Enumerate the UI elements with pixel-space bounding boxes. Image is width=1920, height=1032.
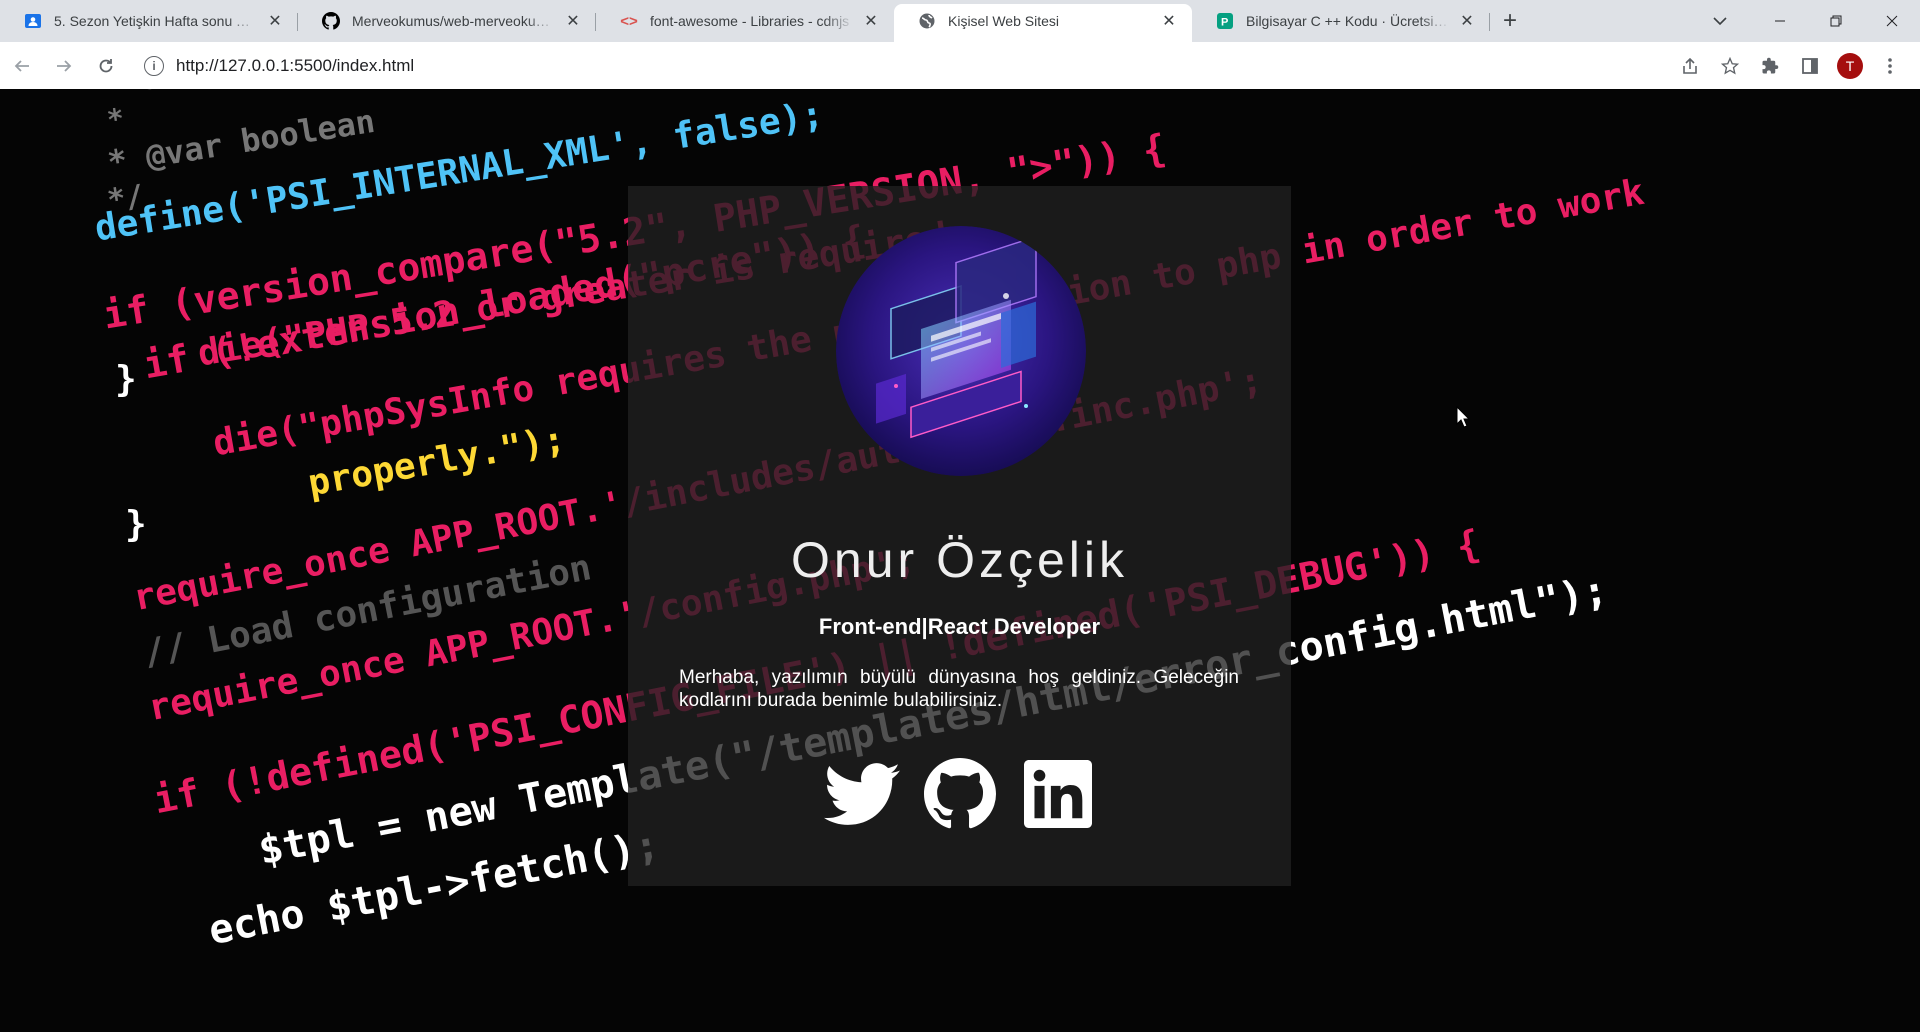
profile-photo [836, 226, 1086, 476]
code-line: * exit [105, 89, 210, 102]
linkedin-icon [1023, 760, 1092, 828]
code-brackets-icon: <> [620, 12, 638, 30]
profile-name: Onur Özçelik [791, 532, 1128, 588]
reload-icon[interactable] [86, 46, 126, 86]
github-link[interactable] [922, 756, 998, 832]
tab-stock-photo[interactable]: P Bilgisayar C ++ Kodu · Ücretsiz Stok ✕ [1192, 4, 1490, 38]
tab-title: Bilgisayar C ++ Kodu · Ücretsiz Stok [1246, 13, 1450, 29]
github-icon [923, 758, 996, 829]
close-tab-icon[interactable]: ✕ [862, 12, 880, 30]
social-links [628, 756, 1291, 832]
profile-bio: Merhaba, yazılımın büyülü dünyasına hoş … [679, 667, 1239, 711]
github-icon [322, 12, 340, 30]
stock-photo-icon: P [1216, 12, 1234, 30]
restore-icon[interactable] [1808, 0, 1864, 42]
browser-tab-strip: 5. Sezon Yetişkin Hafta sonu Yazılım ✕ M… [0, 0, 1920, 42]
classroom-icon [24, 12, 42, 30]
forward-arrow-icon[interactable] [44, 46, 84, 86]
profile-card: Onur Özçelik Front-end|React Developer M… [628, 186, 1291, 886]
minimize-icon[interactable] [1752, 0, 1808, 42]
tab-title: font-awesome - Libraries - cdnjs [650, 13, 850, 29]
tab-classroom[interactable]: 5. Sezon Yetişkin Hafta sonu Yazılım ✕ [0, 4, 298, 38]
tab-github[interactable]: Merveokumus/web-merveokumus ✕ [298, 4, 596, 38]
page-viewport: * exit** @var boolean*/define('PSI_INTER… [0, 89, 1920, 1032]
svg-text:P: P [1221, 17, 1228, 29]
tab-title: Kişisel Web Sitesi [948, 13, 1060, 29]
close-tab-icon[interactable]: ✕ [266, 12, 284, 30]
site-info-icon[interactable]: i [144, 55, 164, 76]
browser-toolbar: i http://127.0.0.1:5500/index.html T [0, 42, 1920, 90]
code-line: } [115, 359, 137, 400]
close-tab-icon[interactable]: ✕ [564, 12, 582, 30]
tab-search-chevron-icon[interactable] [1700, 0, 1740, 42]
tab-active-kisisel-web-sitesi[interactable]: Kişisel Web Sitesi ✕ [894, 4, 1192, 42]
linkedin-link[interactable] [1020, 756, 1096, 832]
profile-initial: T [1837, 52, 1863, 79]
back-arrow-icon[interactable] [2, 46, 42, 86]
close-tab-icon[interactable]: ✕ [1160, 12, 1178, 30]
new-tab-button[interactable]: + [1490, 4, 1530, 38]
tab-title: Merveokumus/web-merveokumus [352, 13, 556, 29]
side-panel-icon[interactable] [1790, 46, 1830, 86]
twitter-link[interactable] [823, 756, 900, 832]
close-tab-icon[interactable]: ✕ [1458, 12, 1476, 30]
address-bar[interactable]: i http://127.0.0.1:5500/index.html [144, 48, 1644, 84]
code-line: } [125, 504, 147, 545]
address-bar-url[interactable]: http://127.0.0.1:5500/index.html [176, 56, 414, 76]
more-menu-icon[interactable] [1870, 46, 1910, 86]
profile-avatar[interactable]: T [1830, 46, 1870, 86]
profile-role: Front-end|React Developer [818, 614, 1101, 639]
mouse-cursor-icon [1456, 406, 1470, 428]
toolbar-actions: T [1670, 42, 1910, 89]
close-window-icon[interactable] [1864, 0, 1920, 42]
extensions-puzzle-icon[interactable] [1750, 46, 1790, 86]
window-controls [1752, 0, 1920, 42]
bookmark-star-icon[interactable] [1710, 46, 1750, 86]
globe-icon [918, 12, 936, 30]
tab-title: 5. Sezon Yetişkin Hafta sonu Yazılım [54, 13, 258, 29]
tab-cdnjs[interactable]: <> font-awesome - Libraries - cdnjs ✕ [596, 4, 894, 38]
code-line: * [105, 101, 127, 137]
share-icon[interactable] [1670, 46, 1710, 86]
twitter-icon [823, 763, 900, 825]
